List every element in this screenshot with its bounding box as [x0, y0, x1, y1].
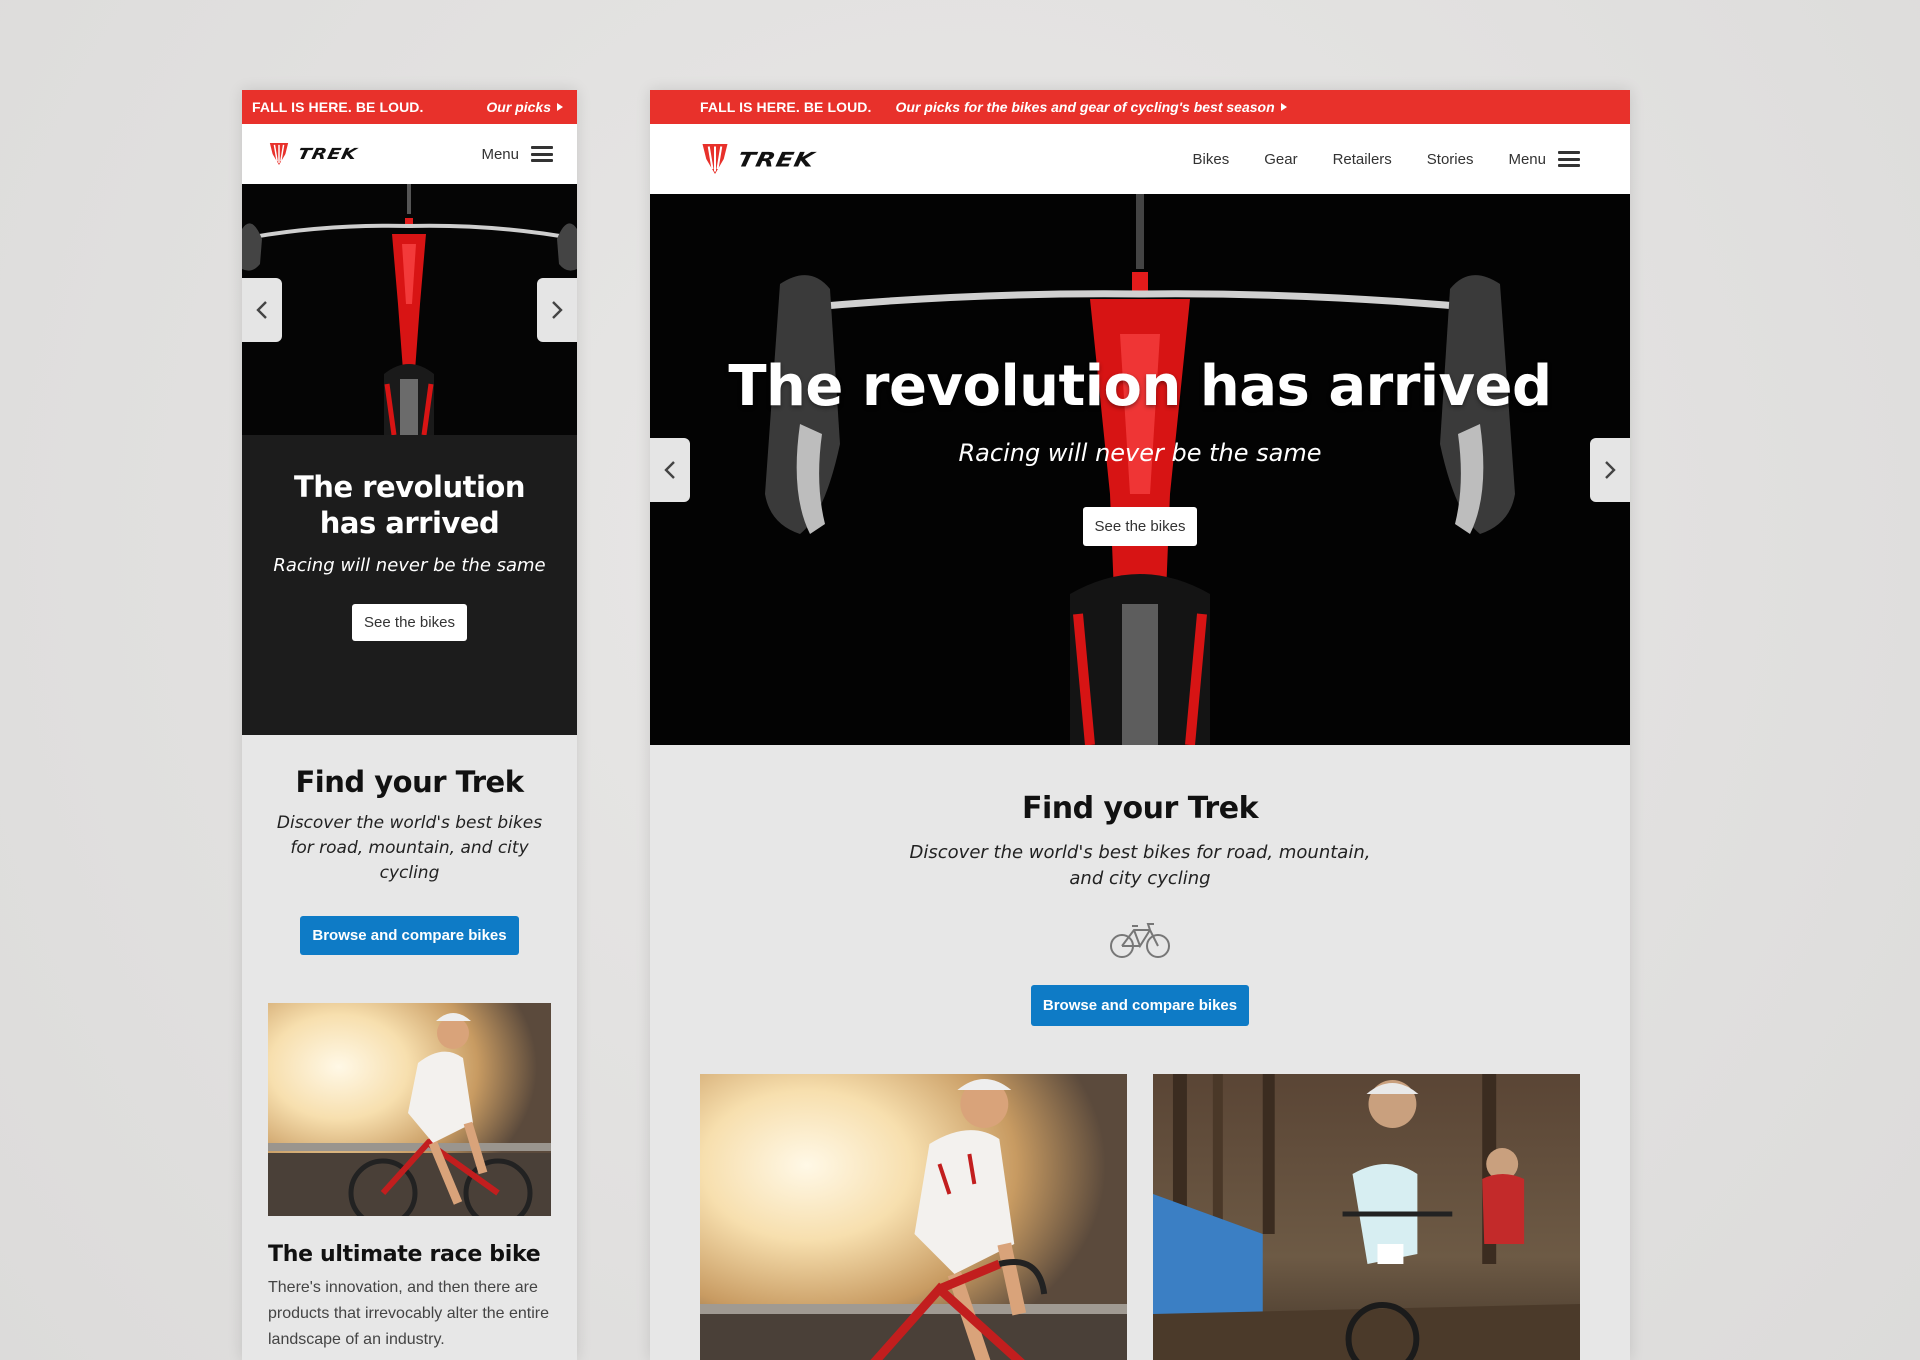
promo-lead: FALL IS HERE. BE LOUD.: [700, 99, 872, 115]
site-header: TREK Bikes Gear Retailers Stories Menu: [650, 124, 1630, 194]
promo-link[interactable]: Our picks: [486, 99, 563, 115]
site-header: TREK Menu: [242, 124, 577, 184]
nav-link-stories[interactable]: Stories: [1427, 151, 1474, 168]
trek-logo-icon: [700, 141, 730, 177]
story-card: The ultimate race bike There's innovatio…: [242, 1242, 577, 1353]
menu-button[interactable]: Menu: [481, 146, 553, 163]
find-title: Find your Trek: [1021, 791, 1259, 826]
chevron-left-icon: [664, 461, 675, 479]
race-bike-photo[interactable]: [268, 1003, 551, 1216]
chevron-right-icon: [1605, 461, 1616, 479]
promo-lead: FALL IS HERE. BE LOUD.: [252, 99, 424, 115]
find-description: Discover the world's best bikes for road…: [276, 813, 543, 883]
nav-link-bikes[interactable]: Bikes: [1193, 151, 1230, 168]
browse-bikes-button[interactable]: Browse and compare bikes: [1030, 985, 1250, 1026]
promo-link[interactable]: Our picks for the bikes and gear of cycl…: [896, 99, 1287, 115]
browse-bikes-button[interactable]: Browse and compare bikes: [300, 916, 519, 955]
hero-image: The revolution has arrived Racing will n…: [650, 194, 1630, 745]
nav-link-retailers[interactable]: Retailers: [1333, 151, 1392, 168]
promo-banner[interactable]: FALL IS HERE. BE LOUD. Our picks for the…: [650, 90, 1630, 124]
play-triangle-icon: [1280, 103, 1287, 111]
trek-logo[interactable]: TREK: [700, 141, 818, 177]
cyclist-sunset-image: [700, 1074, 1127, 1360]
chevron-left-icon: [256, 301, 267, 319]
hero-subtitle: Racing will never be the same: [273, 555, 546, 576]
menu-label: Menu: [1508, 150, 1546, 168]
find-your-trek-section: Find your Trek Discover the world's best…: [242, 735, 577, 955]
play-triangle-icon: [557, 103, 563, 111]
find-your-trek-section: Find your Trek Discover the world's best…: [650, 745, 1630, 1026]
promo-banner[interactable]: FALL IS HERE. BE LOUD. Our picks: [242, 90, 577, 124]
hero-caption: The revolution has arrived Racing will n…: [650, 354, 1630, 546]
carousel-prev-button[interactable]: [650, 438, 690, 502]
promo-link-label: Our picks: [486, 99, 551, 115]
trek-logo-icon: [268, 141, 290, 167]
hamburger-icon: [1558, 151, 1580, 167]
see-bikes-button[interactable]: See the bikes: [352, 604, 467, 641]
trek-wordmark: TREK: [735, 147, 818, 171]
carousel-next-button[interactable]: [1590, 438, 1630, 502]
hamburger-icon: [531, 146, 553, 162]
trek-logo[interactable]: TREK: [268, 141, 360, 167]
hero-title: The revolution has arrived: [728, 354, 1552, 419]
menu-label: Menu: [481, 145, 519, 163]
bicycle-icon: [650, 920, 1630, 965]
carousel-prev-button[interactable]: [242, 278, 282, 342]
mobile-frame: FALL IS HERE. BE LOUD. Our picks TREK Me…: [242, 90, 577, 1360]
mountain-bike-photo[interactable]: [1153, 1074, 1580, 1360]
hero-image: [242, 184, 577, 435]
mountain-bike-race-image: [1153, 1074, 1580, 1360]
main-nav: Bikes Gear Retailers Stories Menu: [1193, 151, 1580, 168]
cyclist-sunset-image: [268, 1003, 551, 1216]
hero-subtitle: Racing will never be the same: [958, 439, 1322, 467]
hero-title: The revolution has arrived: [294, 470, 525, 540]
see-bikes-button[interactable]: See the bikes: [1082, 507, 1198, 546]
find-title: Find your Trek: [295, 765, 524, 799]
carousel-next-button[interactable]: [537, 278, 577, 342]
menu-button[interactable]: Menu: [1508, 151, 1580, 168]
story-body: There's innovation, and then there are p…: [268, 1279, 550, 1348]
race-bike-photo[interactable]: [700, 1074, 1127, 1360]
story-title[interactable]: The ultimate race bike: [268, 1242, 551, 1267]
chevron-right-icon: [552, 301, 563, 319]
find-description: Discover the world's best bikes for road…: [909, 842, 1371, 889]
trek-wordmark: TREK: [296, 145, 360, 163]
desktop-frame: FALL IS HERE. BE LOUD. Our picks for the…: [650, 90, 1630, 1360]
promo-link-label: Our picks for the bikes and gear of cycl…: [895, 99, 1275, 115]
nav-link-gear[interactable]: Gear: [1264, 151, 1297, 168]
story-grid: [700, 1074, 1580, 1360]
bike-handlebar-image: [242, 184, 577, 435]
hero-caption: The revolution has arrived Racing will n…: [242, 435, 577, 735]
